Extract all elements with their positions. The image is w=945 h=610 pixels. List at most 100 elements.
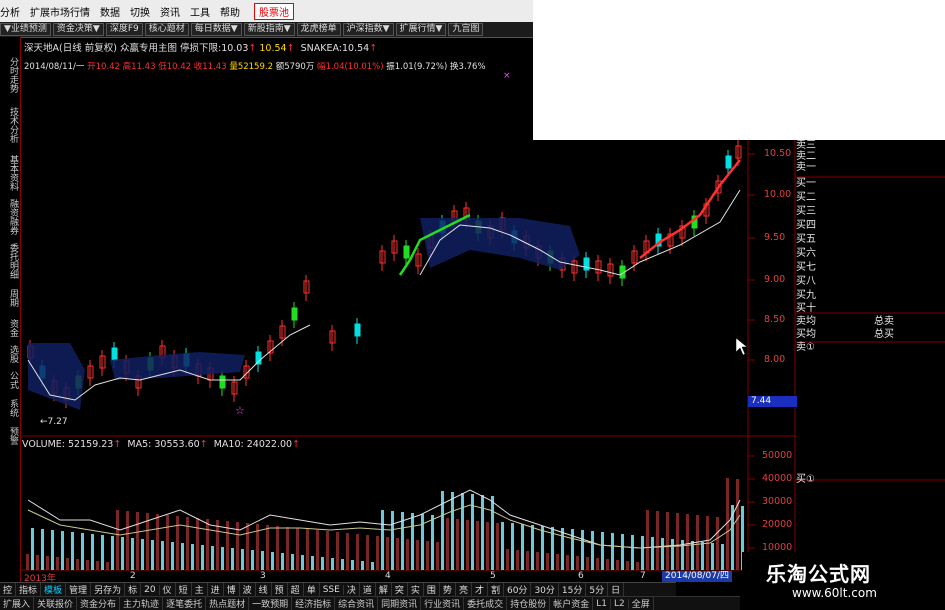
bottom-tab[interactable]: 博 — [224, 583, 240, 596]
bottom-tab[interactable]: 波 — [240, 583, 256, 596]
volume-bar — [126, 511, 129, 570]
volume-bar — [336, 532, 339, 570]
info-tab[interactable]: 行业资讯 — [421, 597, 465, 610]
bottom-tab[interactable]: 主 — [192, 583, 208, 596]
volume-bar — [251, 550, 254, 570]
price-tick-5: 8.50 — [764, 314, 786, 325]
month-label: 5 — [490, 571, 496, 581]
bottom-tab[interactable]: 围 — [424, 583, 440, 596]
bottom-tab[interactable]: 管理 — [66, 583, 92, 596]
volume-bar — [331, 558, 334, 570]
volume-bar — [531, 525, 534, 570]
bottom-tab[interactable]: 控 — [0, 583, 17, 596]
ob-row: 卖① — [796, 342, 815, 353]
bottom-tab[interactable]: 亮 — [456, 583, 472, 596]
info-tab[interactable]: 委托成交 — [464, 597, 508, 610]
total-buy-label: 总买 — [874, 329, 894, 340]
info-tab[interactable]: 帐户资金 — [550, 597, 594, 610]
bottom-tab[interactable]: 15分 — [559, 583, 587, 596]
volume-bar — [296, 528, 299, 570]
volume-bar — [181, 543, 184, 570]
bottom-tab[interactable]: 标 — [125, 583, 142, 596]
ob-row: 买八 — [796, 276, 816, 287]
volume-bar — [526, 551, 529, 570]
bottom-tab[interactable]: 解 — [376, 583, 392, 596]
volume-bar — [491, 496, 494, 570]
volume-bar — [51, 530, 54, 570]
candle-body — [583, 257, 590, 271]
bottom-tab[interactable]: 突 — [392, 583, 408, 596]
bottom-tab[interactable]: 另存为 — [91, 583, 126, 596]
volume-bar — [81, 533, 84, 570]
volume-bar — [656, 511, 659, 570]
volume-bar — [376, 536, 379, 570]
bottom-tab[interactable]: 短 — [176, 583, 192, 596]
ma10-label: MA10: — [213, 439, 244, 450]
bottom-tab[interactable]: 20 — [141, 584, 160, 595]
volume-bar — [246, 523, 249, 570]
info-tab[interactable]: 综合资讯 — [335, 597, 379, 610]
bottom-tab[interactable]: 进 — [208, 583, 224, 596]
bottom-tab[interactable]: 道 — [360, 583, 376, 596]
bottom-tab[interactable]: 预 — [272, 583, 288, 596]
info-tab[interactable]: 持仓股份 — [507, 597, 551, 610]
bottom-tab[interactable]: 线 — [256, 583, 272, 596]
volume-bar — [661, 538, 664, 570]
bottom-tab[interactable]: SSE — [320, 584, 344, 595]
bottom-tab[interactable]: 30分 — [531, 583, 559, 596]
volume-bar — [221, 547, 224, 570]
bottom-tab[interactable]: 仪 — [160, 583, 176, 596]
candle-body — [354, 323, 361, 337]
bottom-tab[interactable]: 模板 — [41, 583, 67, 596]
month-label: 6 — [578, 571, 584, 581]
info-tab[interactable]: 关联报价 — [34, 597, 78, 610]
bottom-tab[interactable]: 单 — [304, 583, 320, 596]
info-tab[interactable]: 主力轨迹 — [120, 597, 164, 610]
info-tab[interactable]: 热点题材 — [206, 597, 250, 610]
info-tab[interactable]: 同期资讯 — [378, 597, 422, 610]
volume-bar — [196, 518, 199, 570]
volume-bar — [141, 539, 144, 570]
ob-row: 买一 — [796, 178, 816, 189]
candle-body — [291, 307, 298, 321]
volume-bar — [211, 546, 214, 570]
volume-bar — [616, 560, 619, 570]
bottom-tab[interactable]: 60分 — [504, 583, 532, 596]
info-tab-bar: 扩展入 关联报价 资金分布 主力轨迹 逐笔委托 热点题材 一致预期 经济指标 综合资讯 同期资讯行… — [0, 596, 740, 610]
price-tick-6: 8.00 — [764, 354, 786, 365]
volume-bar — [111, 536, 114, 570]
info-tab[interactable]: 逐笔委托 — [163, 597, 207, 610]
info-tab[interactable]: L2 — [611, 598, 629, 609]
bottom-tab[interactable]: 日 — [608, 583, 625, 596]
price-tick-3: 9.50 — [764, 232, 786, 243]
bottom-tab[interactable]: 5分 — [586, 583, 609, 596]
bottom-tab[interactable]: 势 — [440, 583, 456, 596]
info-tab[interactable]: L1 — [593, 598, 611, 609]
volume-bar — [386, 537, 389, 570]
price-tick-4: 9.00 — [764, 274, 786, 285]
bottom-tab[interactable]: 指标 — [16, 583, 42, 596]
info-tab[interactable]: 资金分布 — [77, 597, 121, 610]
info-tab[interactable]: 全屏 — [629, 597, 654, 610]
info-tab[interactable]: 经济指标 — [292, 597, 336, 610]
buy-marker: 买① — [796, 474, 815, 485]
volume-bar — [96, 561, 99, 570]
bottom-tab[interactable]: 决 — [344, 583, 360, 596]
volume-bar — [481, 495, 484, 570]
info-tab[interactable]: 扩展入 — [0, 597, 35, 610]
candle-body — [111, 347, 118, 361]
info-tab[interactable]: 一致预期 — [249, 597, 293, 610]
trend-cloud-1 — [28, 343, 85, 410]
price-tick-1: 10.50 — [764, 148, 792, 159]
bottom-tab[interactable]: 实 — [408, 583, 424, 596]
bottom-tab[interactable]: 超 — [288, 583, 304, 596]
candle-body — [725, 155, 732, 169]
vol-label: VOLUME: — [22, 439, 65, 450]
month-label: 2 — [130, 571, 136, 581]
volume-bar — [186, 517, 189, 570]
volume-bar — [501, 522, 504, 570]
mouse-cursor-icon — [735, 337, 748, 356]
bottom-tab[interactable]: 才 — [472, 583, 488, 596]
bottom-tab[interactable]: 割 — [488, 583, 504, 596]
volume-bar — [131, 538, 134, 570]
